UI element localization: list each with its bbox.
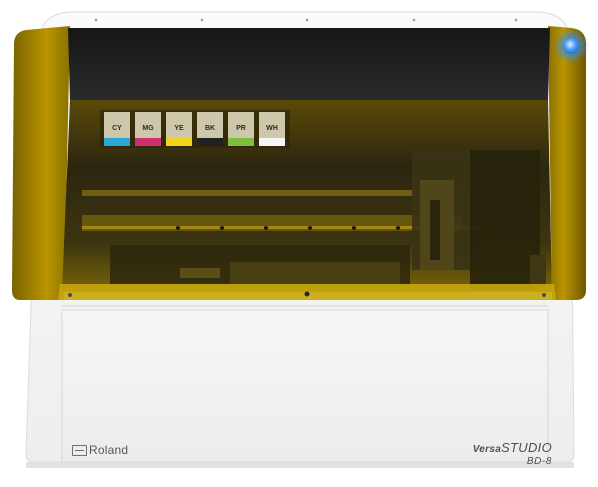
series-main: STUDIO <box>501 440 552 455</box>
ink-cartridge-label: CY <box>112 125 122 132</box>
ink-cartridge: BK <box>197 112 223 146</box>
brand-mark-icon <box>72 444 87 456</box>
power-icon <box>563 38 579 54</box>
model-number: BD-8 <box>526 456 552 467</box>
carriage-rail-upper <box>82 190 412 196</box>
ink-cartridge-label: WH <box>266 125 278 132</box>
lid-top-band <box>68 28 550 100</box>
ink-color-stripe <box>259 138 285 146</box>
power-button[interactable] <box>557 32 585 60</box>
series-prefix: Versa <box>472 444 502 455</box>
hinge-left <box>68 293 72 297</box>
ink-cartridge-label: YE <box>174 125 184 132</box>
right-side-panel <box>548 26 586 300</box>
ink-cartridge: PR <box>228 112 254 146</box>
ink-color-stripe <box>166 138 192 146</box>
ink-color-stripe <box>228 138 254 146</box>
ink-cartridge-bay: CY MG YE BK PR WH <box>100 110 290 148</box>
brand-name: Roland <box>89 443 129 457</box>
left-side-panel <box>12 26 70 300</box>
model-label: VersaSTUDIO BD-8 <box>473 440 552 467</box>
ink-color-stripe <box>104 138 130 146</box>
printer-photo: CY MG YE BK PR WH Roland VersaSTUDIO BD-… <box>0 0 598 482</box>
ink-cartridge: WH <box>259 112 285 146</box>
ink-cartridge-label: PR <box>236 125 246 132</box>
ink-cartridge-label: MG <box>142 125 154 132</box>
hinge-right <box>542 293 546 297</box>
printer-illustration: CY MG YE BK PR WH <box>12 11 586 468</box>
ink-cartridge: YE <box>166 112 192 146</box>
ink-color-stripe <box>135 138 161 146</box>
ink-cartridge-label: BK <box>205 125 215 132</box>
ink-cartridge: CY <box>104 112 130 146</box>
ink-cartridge: MG <box>135 112 161 146</box>
print-head-carriage <box>412 150 546 290</box>
print-bed <box>110 245 410 288</box>
brand-logo: Roland <box>72 443 128 457</box>
series-name: VersaSTUDIO <box>473 440 552 455</box>
lid-lock <box>304 291 310 297</box>
ink-color-stripe <box>197 138 223 146</box>
